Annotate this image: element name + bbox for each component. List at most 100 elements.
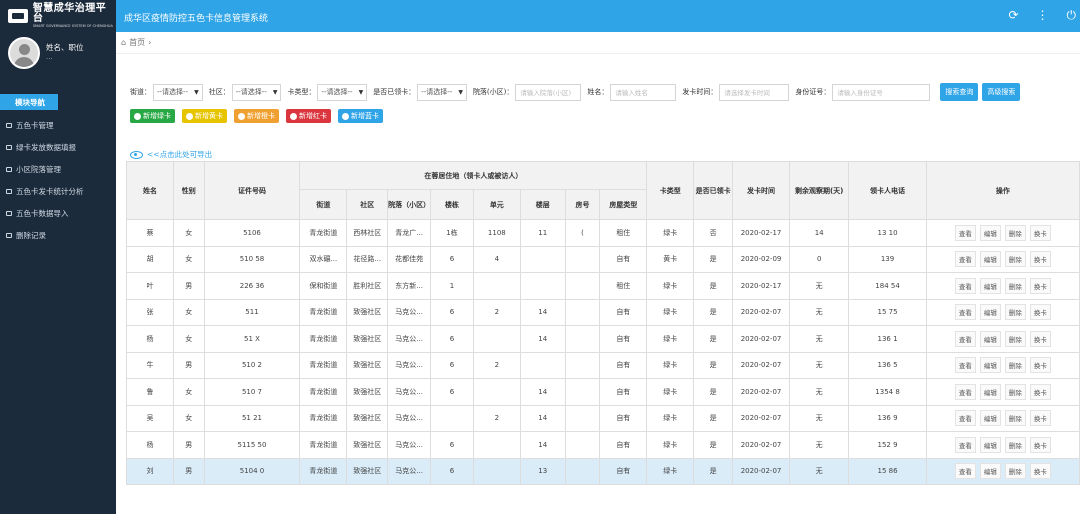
sidebar-item-statistics[interactable]: 五色卡发卡统计分析 xyxy=(0,180,116,202)
delete-button[interactable]: 删除 xyxy=(1004,410,1026,427)
change-card-button[interactable]: 换卡 xyxy=(1029,357,1051,374)
received-select[interactable]: --请选择-- ▼ xyxy=(417,83,467,101)
cell-ops: 查看 编辑 删除 换卡 xyxy=(925,404,1080,432)
change-card-button[interactable]: 换卡 xyxy=(1029,436,1051,453)
table-row[interactable]: 叶男 226 36 保和街道 胜利社区 东方新... 1 租住 绿卡是 2020-02-17 无 1… xyxy=(126,272,1080,300)
table-row[interactable]: 鲁女 510 7 青龙街道 致强社区 马克公... 6 14 自有 绿卡是 2020-02-07 无… xyxy=(126,378,1080,406)
module-nav-label: 模块导航 xyxy=(0,94,58,110)
cell-gender: 女 xyxy=(172,325,205,353)
cell-building: 6 xyxy=(430,378,474,406)
edit-button[interactable]: 编辑 xyxy=(979,357,1001,374)
edit-button[interactable]: 编辑 xyxy=(979,410,1001,427)
cell-received: 否 xyxy=(693,219,733,247)
community-select[interactable]: --请选择-- ▼ xyxy=(231,83,282,101)
breadcrumb-home[interactable]: 首页 xyxy=(129,37,145,48)
edit-button[interactable]: 编辑 xyxy=(979,330,1001,347)
table-row[interactable]: 胡女 510 58 双水碾... 花径路... 花都佳苑 6 4 自有 黄卡是 2020-02-0… xyxy=(126,245,1080,273)
logo-en: SMART GOVERNANCE SYSTEM OF CHENGHUA xyxy=(32,23,113,28)
view-button[interactable]: 查看 xyxy=(954,410,976,427)
sidebar-item-data-import[interactable]: 五色卡数据导入 xyxy=(0,202,116,224)
edit-button[interactable]: 编辑 xyxy=(979,224,1001,241)
table-row[interactable]: 杨男 5115 50 青龙街道 致强社区 马克公... 6 14 自有 绿卡是 2020-02-0… xyxy=(126,431,1080,459)
edit-button[interactable]: 编辑 xyxy=(979,277,1001,294)
street-select[interactable]: --请选择-- ▼ xyxy=(153,83,203,101)
cell-room xyxy=(564,457,601,485)
sidebar-item-deleted-records[interactable]: 删除记录 xyxy=(0,224,116,246)
delete-button[interactable]: 删除 xyxy=(1004,436,1026,453)
avatar[interactable] xyxy=(8,37,40,69)
edit-button[interactable]: 编辑 xyxy=(979,251,1001,268)
delete-button[interactable]: 删除 xyxy=(1004,251,1026,268)
delete-button[interactable]: 删除 xyxy=(1004,383,1026,400)
col-floor: 楼层 xyxy=(519,189,566,220)
edit-button[interactable]: 编辑 xyxy=(979,463,1001,480)
table-row[interactable]: 张女 511 青龙街道 致强社区 马克公... 6 2 14 自有 绿卡是 2020-02-07 无 1… xyxy=(126,298,1080,326)
card-type-select[interactable]: --请选择-- ▼ xyxy=(317,83,368,101)
delete-button[interactable]: 删除 xyxy=(1004,224,1026,241)
delete-button[interactable]: 删除 xyxy=(1004,463,1026,480)
add-green-card-button[interactable]: 新增绿卡 xyxy=(130,109,175,123)
view-button[interactable]: 查看 xyxy=(954,277,976,294)
refresh-icon[interactable]: ⟳ xyxy=(1008,8,1018,23)
view-button[interactable]: 查看 xyxy=(954,463,976,480)
cell-building xyxy=(430,404,474,432)
view-button[interactable]: 查看 xyxy=(954,251,976,268)
power-icon[interactable]: ⏻ xyxy=(1067,8,1077,23)
table-row[interactable]: 吴女 51 21 青龙街道 致强社区 马克公... 2 14 自有 绿卡是 2020-02-07 无… xyxy=(126,404,1080,432)
edit-button[interactable]: 编辑 xyxy=(979,436,1001,453)
col-phone: 领卡人电话 xyxy=(848,161,927,220)
name-input[interactable]: 请输入姓名 xyxy=(610,83,677,101)
add-blue-card-button[interactable]: 新增蓝卡 xyxy=(338,109,383,123)
cell-phone: 184 54 xyxy=(848,272,927,300)
delete-button[interactable]: 删除 xyxy=(1004,330,1026,347)
change-card-button[interactable]: 换卡 xyxy=(1029,304,1051,321)
change-card-button[interactable]: 换卡 xyxy=(1029,251,1051,268)
delete-button[interactable]: 删除 xyxy=(1004,304,1026,321)
cell-name: 叶 xyxy=(126,272,174,300)
cell-ops: 查看 编辑 删除 换卡 xyxy=(925,219,1080,247)
cell-name: 吴 xyxy=(126,404,174,432)
table-row[interactable]: 刘男 5104 0 青龙街道 致强社区 马克公... 6 13 自有 绿卡是 2020-02-07… xyxy=(126,457,1080,485)
edit-button[interactable]: 编辑 xyxy=(979,383,1001,400)
view-button[interactable]: 查看 xyxy=(954,357,976,374)
change-card-button[interactable]: 换卡 xyxy=(1029,277,1051,294)
cell-floor: 11 xyxy=(519,219,566,247)
change-card-button[interactable]: 换卡 xyxy=(1029,383,1051,400)
id-number-input[interactable]: 请输入身份证号 xyxy=(832,83,931,101)
delete-button[interactable]: 删除 xyxy=(1004,277,1026,294)
edit-button[interactable]: 编辑 xyxy=(979,304,1001,321)
more-icon[interactable]: ⋮ xyxy=(1037,8,1049,23)
table-row[interactable]: 杨女 51 X 青龙街道 致强社区 马克公... 6 14 自有 绿卡是 2020-02-07 无 1… xyxy=(126,325,1080,353)
change-card-button[interactable]: 换卡 xyxy=(1029,330,1051,347)
yard-input[interactable]: 请输入院落(小区) xyxy=(515,83,582,101)
sidebar-item-yard-management[interactable]: 小区院落管理 xyxy=(0,158,116,180)
delete-button[interactable]: 删除 xyxy=(1004,357,1026,374)
view-button[interactable]: 查看 xyxy=(954,330,976,347)
cell-issued: 2020-02-07 xyxy=(731,378,791,406)
export-link[interactable]: <<点击此处可导出 xyxy=(130,149,212,160)
add-yellow-card-button[interactable]: 新增黄卡 xyxy=(182,109,227,123)
cell-issued: 2020-02-07 xyxy=(731,298,791,326)
table-row[interactable]: 牛男 510 2 青龙街道 致强社区 马克公... 6 2 自有 绿卡是 2020-02-07 无 1… xyxy=(126,351,1080,379)
change-card-button[interactable]: 换卡 xyxy=(1029,463,1051,480)
change-card-button[interactable]: 换卡 xyxy=(1029,410,1051,427)
advanced-search-button[interactable]: 高级搜索 xyxy=(982,83,1021,101)
table-row[interactable]: 蔡女 5106 青龙街道 西林社区 青龙广... 1栋 1108 11(租住 绿卡否 2020-0… xyxy=(126,219,1080,247)
sidebar-item-green-card-report[interactable]: 绿卡发放数据填报 xyxy=(0,136,116,158)
view-button[interactable]: 查看 xyxy=(954,304,976,321)
add-orange-card-button[interactable]: 新增橙卡 xyxy=(234,109,279,123)
cell-id: 5104 0 xyxy=(203,457,301,485)
cell-id: 51 21 xyxy=(203,404,301,432)
view-button[interactable]: 查看 xyxy=(954,383,976,400)
add-red-card-button[interactable]: 新增红卡 xyxy=(286,109,331,123)
sidebar-item-card-management[interactable]: 五色卡管理 xyxy=(0,114,116,136)
view-button[interactable]: 查看 xyxy=(954,224,976,241)
cell-community: 西林社区 xyxy=(346,219,389,247)
change-card-button[interactable]: 换卡 xyxy=(1029,224,1051,241)
cell-card: 绿卡 xyxy=(646,378,695,406)
cell-issued: 2020-02-07 xyxy=(731,351,791,379)
cell-floor xyxy=(519,245,566,273)
search-button[interactable]: 搜索查询 xyxy=(940,83,979,101)
view-button[interactable]: 查看 xyxy=(954,436,976,453)
issue-date-input[interactable]: 请选择发卡时间 xyxy=(719,83,790,101)
